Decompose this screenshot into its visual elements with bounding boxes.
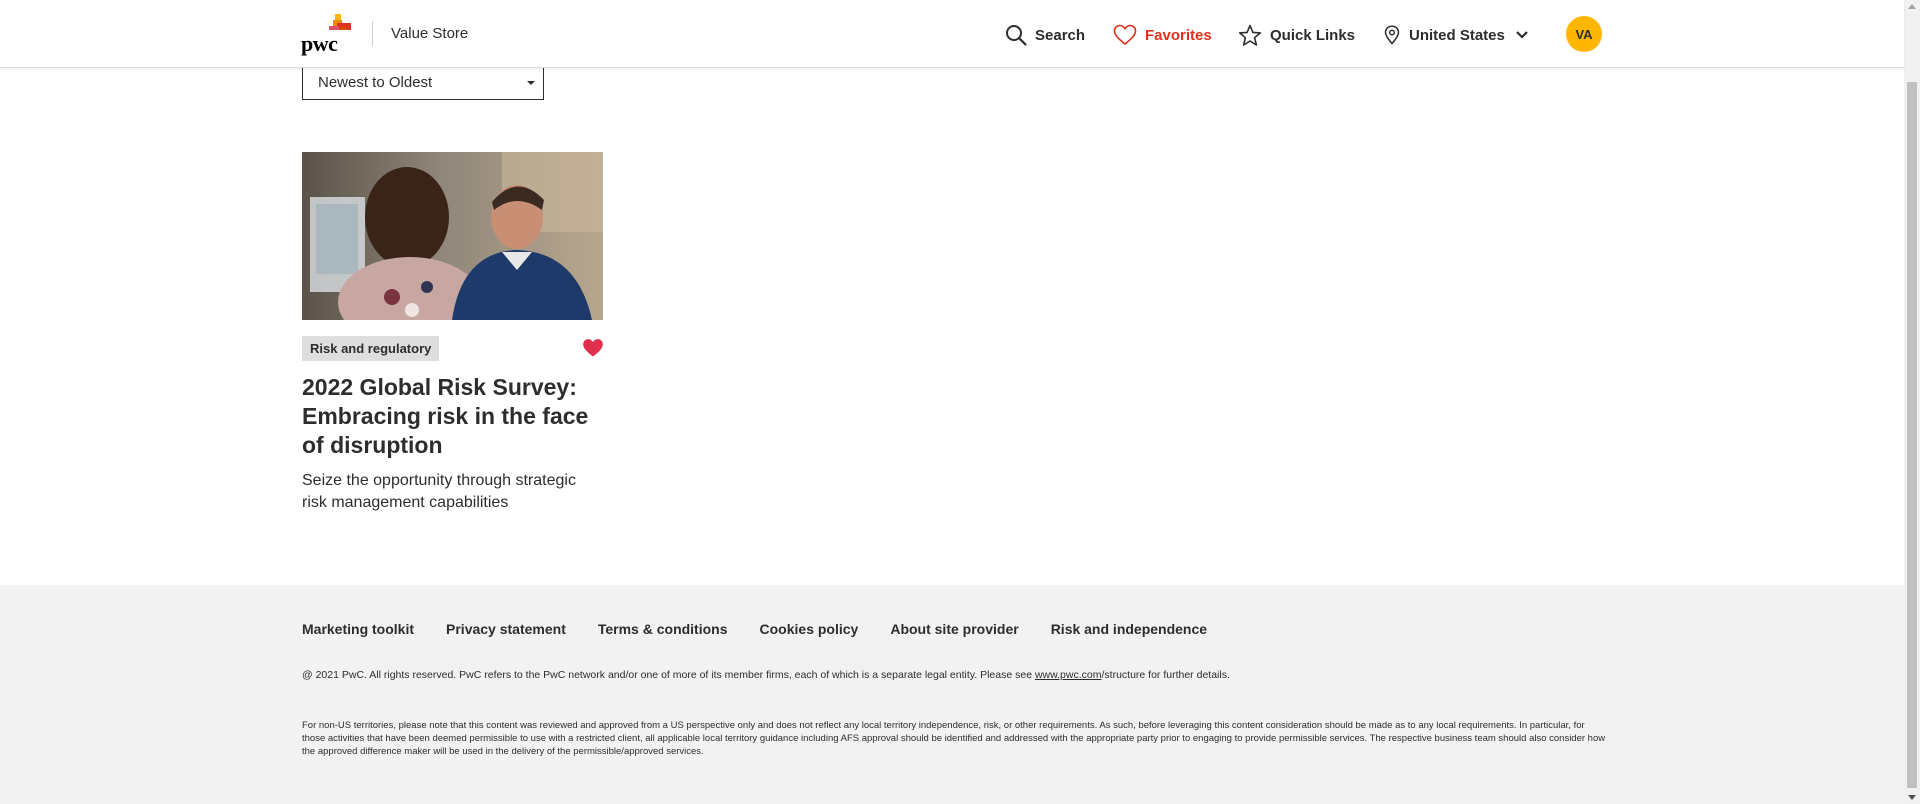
quick-links-label: Quick Links — [1270, 26, 1356, 44]
site-header: pwc Value Store Search Favorites Quick L… — [0, 0, 1904, 68]
footer-link-risk-independence[interactable]: Risk and independence — [1051, 621, 1207, 637]
content-card[interactable]: Risk and regulatory 2022 Global Risk Sur… — [302, 152, 603, 511]
scroll-down-arrow-icon[interactable] — [1908, 795, 1916, 800]
search-label: Search — [1035, 26, 1086, 44]
footer-link-privacy-statement[interactable]: Privacy statement — [446, 621, 566, 637]
footer-link-marketing-toolkit[interactable]: Marketing toolkit — [302, 621, 414, 637]
footer-links: Marketing toolkit Privacy statement Term… — [302, 621, 1239, 637]
scrollbar-thumb[interactable] — [1907, 82, 1917, 788]
search-button[interactable]: Search — [1005, 22, 1085, 48]
card-description: Seize the opportunity through strategic … — [302, 472, 576, 511]
user-avatar[interactable]: VA — [1566, 16, 1602, 52]
disclaimer-text: For non-US territories, please note that… — [302, 720, 1606, 757]
card-image[interactable] — [302, 152, 603, 320]
logo-text: pwc — [301, 31, 338, 56]
caret-down-icon — [527, 81, 535, 85]
footer-link-terms-conditions[interactable]: Terms & conditions — [598, 621, 728, 637]
footer-link-about-site-provider[interactable]: About site provider — [890, 621, 1018, 637]
copyright-text: @ 2021 PwC. All rights reserved. PwC ref… — [302, 669, 1230, 681]
page: pwc Value Store Search Favorites Quick L… — [0, 0, 1904, 804]
sort-selected-value: Newest to Oldest — [318, 74, 433, 91]
pwc-structure-link[interactable]: www.pwc.com — [1035, 669, 1102, 681]
country-selector[interactable]: United States — [1383, 22, 1529, 48]
header-divider — [372, 21, 373, 46]
copyright-after: /structure for further details. — [1101, 669, 1230, 681]
search-icon — [1006, 25, 1027, 46]
scroll-up-arrow-icon[interactable] — [1908, 4, 1916, 9]
sort-select[interactable]: Newest to Oldest — [302, 66, 544, 100]
location-pin-icon — [1384, 25, 1400, 45]
footer-link-cookies-policy[interactable]: Cookies policy — [760, 621, 859, 637]
favorites-label: Favorites — [1145, 26, 1212, 44]
site-footer: Marketing toolkit Privacy statement Term… — [0, 585, 1904, 804]
favorites-button[interactable]: Favorites — [1113, 22, 1212, 48]
quick-links-button[interactable]: Quick Links — [1238, 22, 1355, 48]
chevron-down-icon — [1516, 31, 1528, 39]
card-title[interactable]: 2022 Global Risk Survey: Embracing risk … — [302, 373, 607, 460]
heart-outline-icon — [1113, 24, 1137, 46]
category-tag[interactable]: Risk and regulatory — [302, 336, 440, 361]
vertical-scrollbar[interactable] — [1904, 0, 1920, 804]
store-name[interactable]: Value Store — [391, 25, 468, 42]
heart-filled-icon[interactable] — [582, 338, 604, 358]
star-icon — [1238, 24, 1262, 46]
copyright-before: @ 2021 PwC. All rights reserved. PwC ref… — [302, 669, 1035, 681]
country-label: United States — [1409, 26, 1505, 44]
pwc-logo[interactable]: pwc — [301, 14, 353, 56]
